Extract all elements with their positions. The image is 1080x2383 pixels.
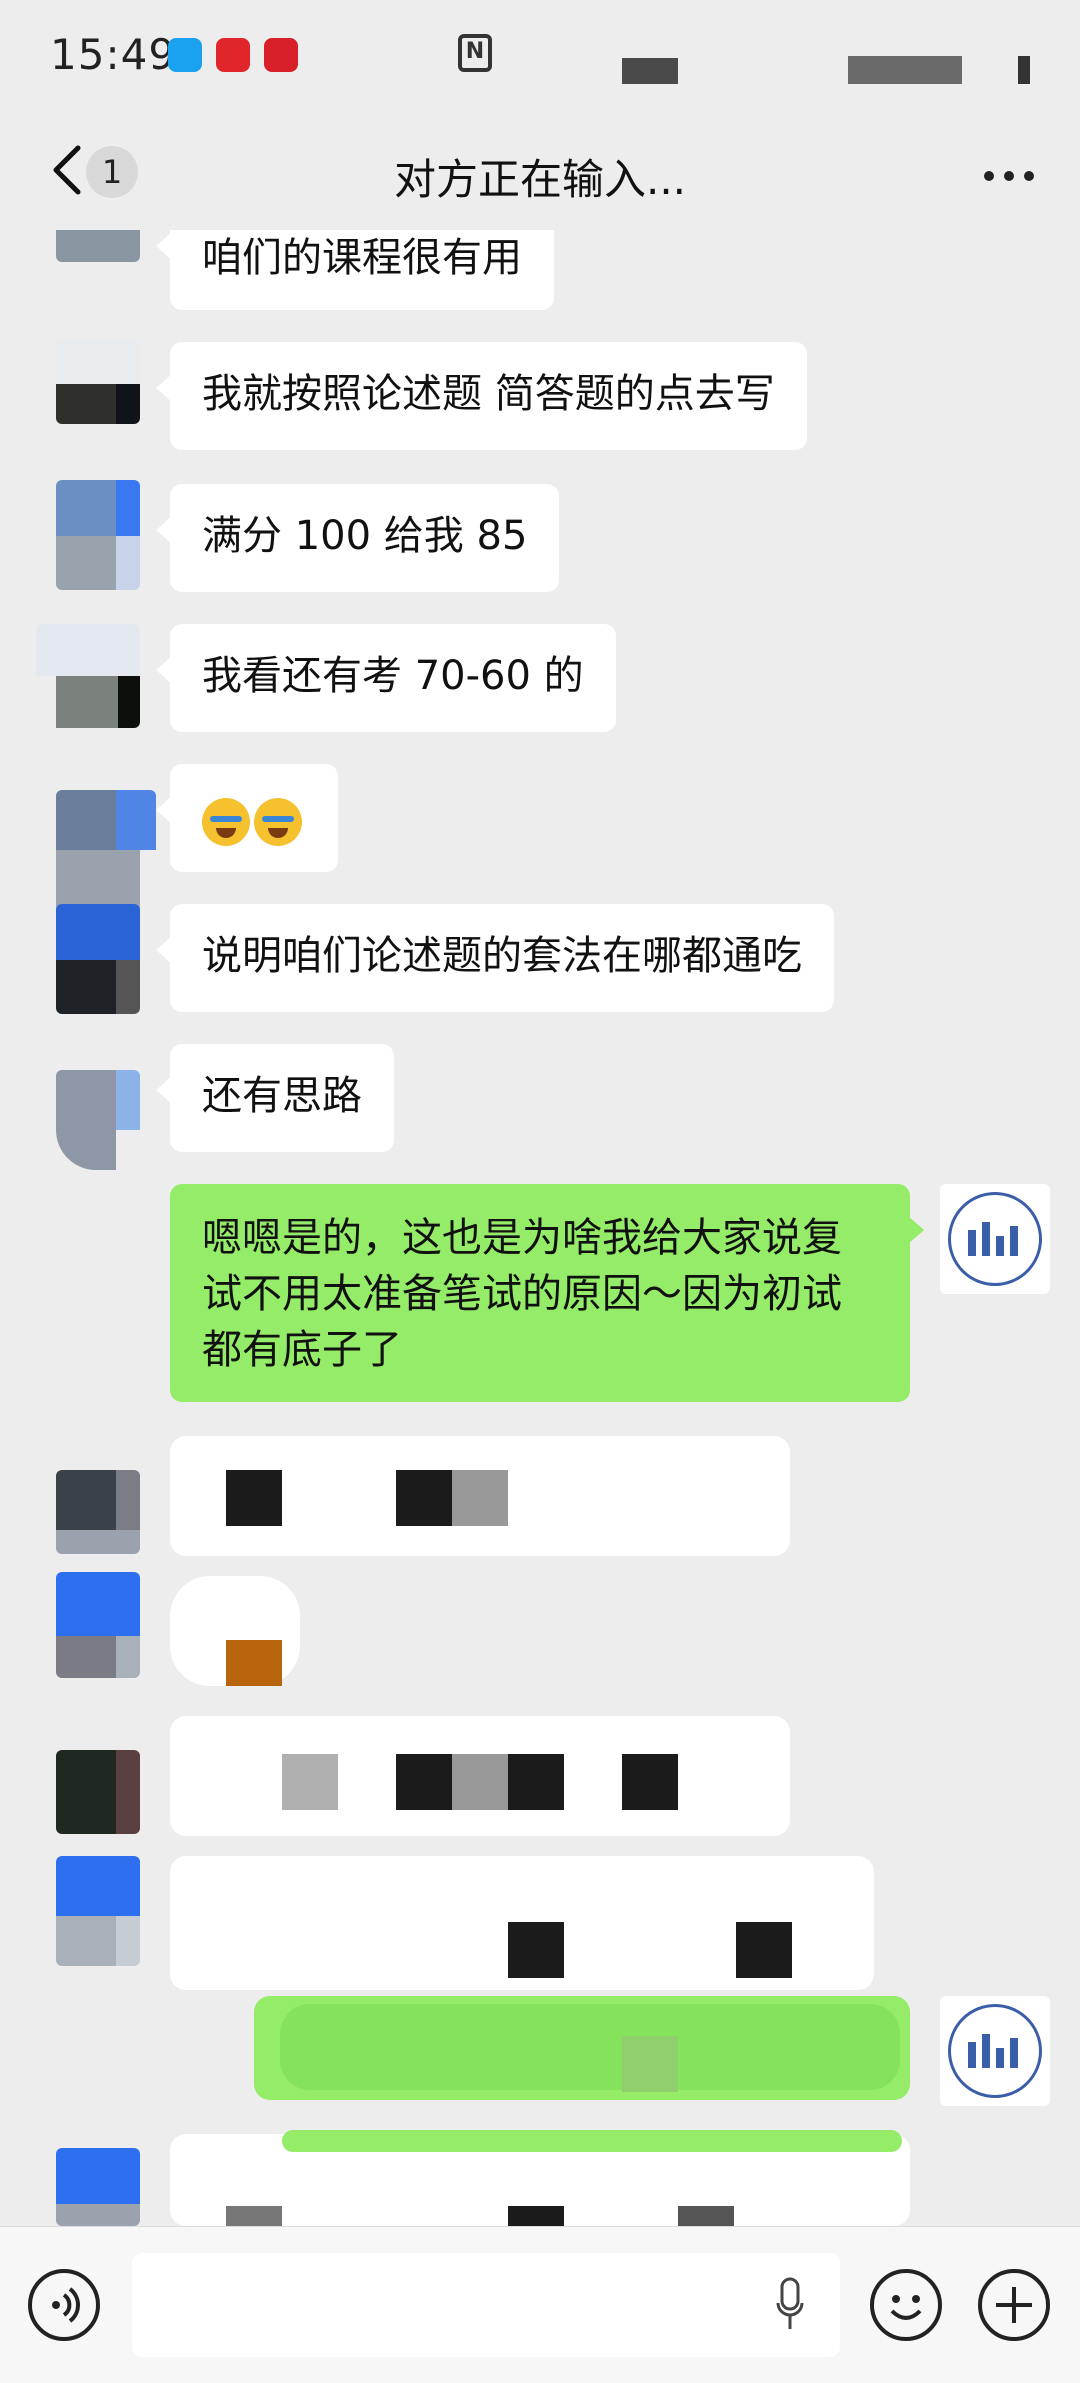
redaction-block [508, 2206, 564, 2226]
redaction-block [452, 1754, 508, 1810]
chat-title: 对方正在输入... [393, 155, 687, 204]
my-avatar[interactable] [940, 1996, 1050, 2106]
message-bubble[interactable]: 说明咱们论述题的套法在哪都通吃 [156, 904, 834, 1012]
avatar[interactable] [56, 1750, 140, 1834]
redaction-block [736, 1922, 792, 1978]
app-notification-icon [168, 38, 202, 72]
avatar[interactable] [56, 1572, 140, 1678]
plus-icon[interactable] [978, 2269, 1050, 2341]
message-list[interactable]: 咱们的课程很有用 我就按照论述题 简答题的点去写 满分 100 给我 85 我看… [0, 230, 1080, 2226]
message-bubble[interactable]: 我看还有考 70-60 的 [156, 624, 616, 732]
avatar[interactable] [56, 340, 140, 424]
redaction-block [622, 2036, 678, 2092]
status-time: 15:49 [50, 30, 177, 79]
battery-icon [848, 56, 962, 84]
avatar[interactable] [56, 480, 140, 590]
message-text: 我就按照论述题 简答题的点去写 [202, 371, 775, 417]
crying-laughing-emoji-icon [202, 798, 250, 846]
avatar[interactable] [56, 904, 140, 1014]
message-text: 咱们的课程很有用 [202, 235, 522, 281]
redaction-block [282, 1754, 338, 1810]
message-text: 说明咱们论述题的套法在哪都通吃 [202, 933, 802, 979]
app-notification-icon [264, 38, 298, 72]
redaction-block [452, 1470, 508, 1526]
signal-icon [622, 58, 678, 84]
redaction-block [282, 2130, 902, 2152]
message-text: 我看还有考 70-60 的 [202, 653, 584, 699]
more-horizontal-icon[interactable] [984, 166, 1044, 181]
battery-tip-icon [1018, 56, 1030, 84]
redaction-block [226, 2206, 282, 2226]
avatar[interactable] [56, 2148, 140, 2226]
my-avatar[interactable] [940, 1184, 1050, 1294]
app-notification-icon [216, 38, 250, 72]
message-bubble[interactable]: 咱们的课程很有用 [156, 230, 554, 310]
avatar[interactable] [56, 1070, 140, 1170]
message-input[interactable] [132, 2253, 840, 2357]
redaction-block [226, 1640, 282, 1686]
avatar[interactable] [56, 230, 140, 262]
message-bubble[interactable]: 嗯嗯是的，这也是为啥我给大家说复试不用太准备笔试的原因～因为初试都有底子了 [170, 1184, 924, 1402]
redaction-block [508, 1922, 564, 1978]
message-bubble[interactable]: 还有思路 [156, 1044, 394, 1152]
redaction-block [678, 2206, 734, 2226]
input-bar [0, 2226, 1080, 2383]
status-bar: 15:49 N [0, 0, 1080, 110]
redaction-block [396, 1754, 452, 1810]
chat-header: 1 对方正在输入... [0, 120, 1080, 220]
message-bubble[interactable]: 满分 100 给我 85 [155, 484, 560, 592]
message-bubble[interactable]: 我就按照论述题 简答题的点去写 [156, 342, 807, 450]
message-bubble[interactable] [156, 764, 338, 872]
message-text: 满分 100 给我 85 [202, 513, 528, 559]
redaction-block [280, 2004, 900, 2090]
message-text: 嗯嗯是的，这也是为啥我给大家说复试不用太准备笔试的原因～因为初试都有底子了 [202, 1215, 842, 1373]
redaction-block [622, 1754, 678, 1810]
voice-icon[interactable] [28, 2269, 100, 2341]
avatar[interactable] [56, 1856, 140, 1966]
microphone-icon[interactable] [776, 2277, 804, 2333]
redaction-block [396, 1470, 452, 1526]
avatar[interactable] [36, 624, 140, 728]
emoji-icon[interactable] [870, 2269, 942, 2341]
crying-laughing-emoji-icon [254, 798, 302, 846]
redaction-block [508, 1754, 564, 1810]
nfc-icon: N [458, 34, 492, 72]
avatar[interactable] [56, 1470, 140, 1554]
avatar[interactable] [56, 790, 156, 920]
redaction-block [226, 1470, 282, 1526]
message-text: 还有思路 [202, 1073, 362, 1119]
